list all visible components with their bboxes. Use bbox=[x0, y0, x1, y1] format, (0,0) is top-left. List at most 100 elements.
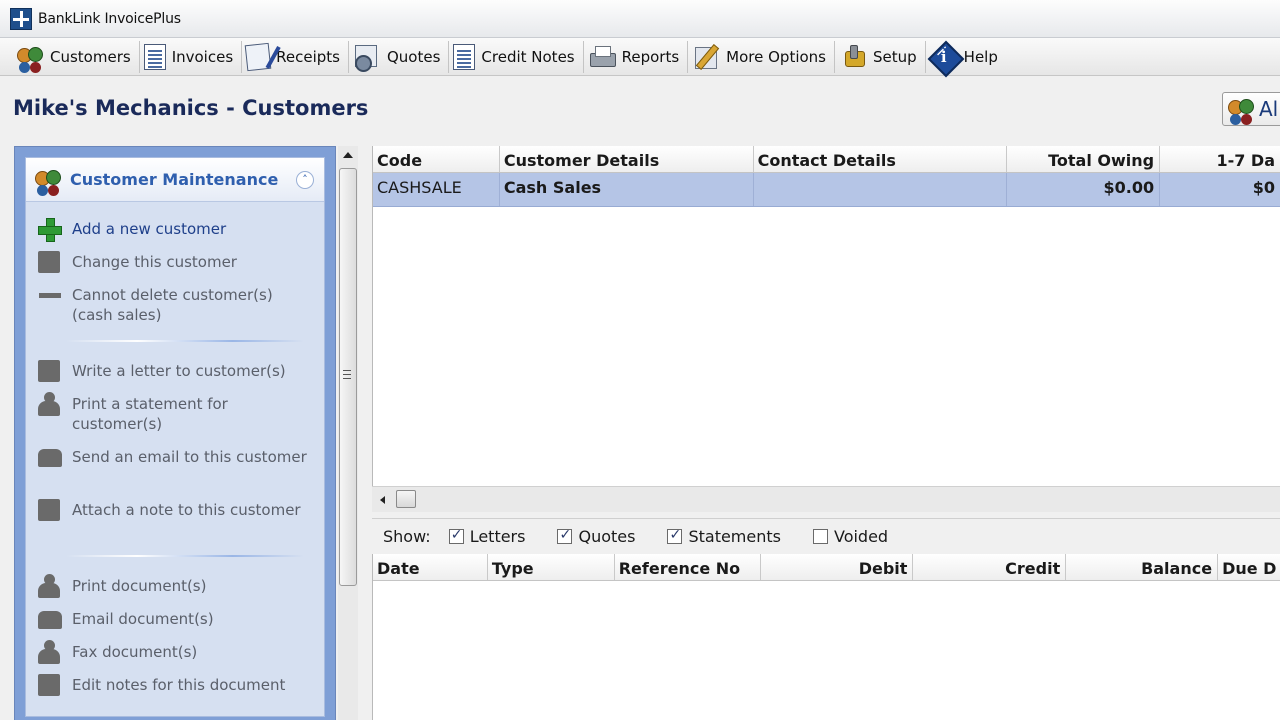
customers-icon bbox=[34, 166, 62, 194]
task-pane-header[interactable]: Customer Maintenance ˄ bbox=[26, 158, 324, 202]
task-fax-document-label: Fax document(s) bbox=[72, 643, 198, 661]
statements-checkbox[interactable] bbox=[667, 527, 683, 544]
scroll-up-arrow-icon[interactable] bbox=[343, 152, 353, 158]
task-pane-scrollbar[interactable] bbox=[338, 146, 358, 720]
table-row[interactable]: CASHSALE Cash Sales $0.00 $0 bbox=[373, 173, 1280, 207]
cell-customer-details: Cash Sales bbox=[500, 173, 754, 206]
toolbar-credit-notes-button[interactable]: Credit Notes bbox=[449, 40, 584, 73]
window-title: BankLink InvoicePlus bbox=[38, 10, 181, 27]
print-doc-icon bbox=[36, 573, 62, 599]
note-icon bbox=[36, 497, 62, 523]
filter-voided[interactable]: Voided bbox=[812, 527, 889, 546]
toolbar-more-options-label: More Options bbox=[726, 47, 826, 66]
column-header-total-owing[interactable]: Total Owing bbox=[1007, 146, 1161, 172]
email-doc-icon bbox=[36, 606, 62, 632]
email-icon bbox=[36, 444, 62, 470]
toolbar-credit-notes-label: Credit Notes bbox=[481, 47, 575, 66]
letters-checkbox[interactable] bbox=[448, 527, 464, 544]
cell-contact-details bbox=[754, 173, 1008, 206]
toolbar-setup-button[interactable]: Setup bbox=[835, 40, 926, 73]
hscroll-thumb[interactable] bbox=[396, 490, 416, 508]
edit-notes-icon bbox=[36, 672, 62, 698]
filter-letters[interactable]: Letters bbox=[448, 527, 526, 546]
quotes-checkbox[interactable] bbox=[557, 527, 573, 544]
filter-quotes[interactable]: Quotes bbox=[557, 527, 635, 546]
column-header-code[interactable]: Code bbox=[373, 146, 500, 172]
column-header-contact-details[interactable]: Contact Details bbox=[754, 146, 1008, 172]
voided-checkbox[interactable] bbox=[812, 529, 828, 544]
fax-icon bbox=[36, 639, 62, 665]
task-separator bbox=[66, 555, 304, 557]
task-separator bbox=[66, 340, 304, 342]
task-email-document-label: Email document(s) bbox=[72, 610, 214, 628]
toolbar-receipts-button[interactable]: Receipts bbox=[242, 40, 349, 73]
column-header-debit[interactable]: Debit bbox=[761, 554, 914, 580]
task-print-document[interactable]: Print document(s) bbox=[26, 573, 324, 606]
column-header-credit[interactable]: Credit bbox=[913, 554, 1067, 580]
task-fax-document[interactable]: Fax document(s) bbox=[26, 639, 324, 672]
toolbar-quotes-label: Quotes bbox=[386, 47, 441, 66]
setup-icon bbox=[839, 43, 867, 71]
column-header-balance[interactable]: Balance bbox=[1066, 554, 1219, 580]
column-header-type[interactable]: Type bbox=[488, 554, 615, 580]
main-toolbar: Customers Invoices Receipts Quotes Credi… bbox=[0, 38, 1280, 76]
collapse-chevron-icon[interactable]: ˄ bbox=[296, 170, 314, 189]
toolbar-reports-button[interactable]: Reports bbox=[584, 40, 689, 73]
all-customers-button[interactable]: Al bbox=[1222, 92, 1280, 126]
scroll-left-arrow-icon[interactable] bbox=[380, 496, 385, 504]
task-email-document[interactable]: Email document(s) bbox=[26, 606, 324, 639]
toolbar-reports-label: Reports bbox=[621, 47, 680, 66]
task-edit-notes[interactable]: Edit notes for this document bbox=[26, 672, 324, 705]
task-send-email-label: Send an email to this customer bbox=[72, 448, 307, 466]
show-filter-bar: Show: Letters Quotes Statements Voided bbox=[372, 518, 1280, 554]
toolbar-help-button[interactable]: Help bbox=[926, 41, 1006, 73]
edit-icon bbox=[36, 249, 62, 275]
add-plus-icon bbox=[36, 216, 62, 242]
task-add-customer[interactable]: Add a new customer bbox=[26, 216, 324, 249]
toolbar-quotes-button[interactable]: Quotes bbox=[349, 40, 450, 73]
pencil-icon bbox=[692, 43, 720, 71]
customers-grid-hscrollbar[interactable] bbox=[372, 486, 1280, 512]
customers-grid: Code Customer Details Contact Details To… bbox=[372, 146, 1280, 486]
filter-statements[interactable]: Statements bbox=[667, 527, 781, 546]
task-print-statement[interactable]: Print a statement for customer(s) bbox=[26, 391, 324, 444]
page-title: Mike's Mechanics - Customers bbox=[13, 96, 369, 120]
voided-label: Voided bbox=[833, 527, 889, 546]
transactions-grid-header: Date Type Reference No Debit Credit Bala… bbox=[373, 554, 1280, 581]
transactions-grid: Date Type Reference No Debit Credit Bala… bbox=[372, 554, 1280, 720]
task-delete-customer[interactable]: Cannot delete customer(s) (cash sales) bbox=[26, 282, 324, 326]
customers-grid-header: Code Customer Details Contact Details To… bbox=[373, 146, 1280, 173]
letter-icon bbox=[36, 358, 62, 384]
task-change-customer[interactable]: Change this customer bbox=[26, 249, 324, 282]
column-header-date[interactable]: Date bbox=[373, 554, 488, 580]
customers-icon bbox=[1227, 95, 1255, 123]
column-header-due-date[interactable]: Due D bbox=[1218, 554, 1280, 580]
letters-label: Letters bbox=[469, 527, 526, 546]
task-pane-title: Customer Maintenance bbox=[70, 170, 279, 189]
column-header-1-7-days[interactable]: 1-7 Da bbox=[1160, 146, 1280, 172]
task-delete-customer-label: Cannot delete customer(s) (cash sales) bbox=[72, 286, 273, 324]
receipt-icon bbox=[244, 42, 272, 71]
scroll-grip-icon bbox=[343, 370, 351, 379]
toolbar-receipts-label: Receipts bbox=[276, 47, 340, 66]
task-print-document-label: Print document(s) bbox=[72, 577, 207, 595]
quote-icon bbox=[353, 43, 381, 72]
cell-1-7-days: $0 bbox=[1252, 178, 1275, 197]
task-attach-note-label: Attach a note to this customer bbox=[72, 501, 301, 519]
column-header-reference-no[interactable]: Reference No bbox=[615, 554, 761, 580]
toolbar-customers-button[interactable]: Customers bbox=[12, 40, 140, 73]
cell-total-owing: $0.00 bbox=[1007, 173, 1161, 206]
toolbar-more-options-button[interactable]: More Options bbox=[688, 40, 835, 73]
all-customers-label: Al bbox=[1259, 97, 1279, 121]
banklink-app-icon bbox=[10, 7, 32, 30]
task-send-email[interactable]: Send an email to this customer bbox=[26, 444, 324, 497]
column-header-customer-details[interactable]: Customer Details bbox=[500, 146, 754, 172]
invoice-doc-icon bbox=[143, 43, 166, 70]
statements-label: Statements bbox=[688, 527, 781, 546]
task-write-letter[interactable]: Write a letter to customer(s) bbox=[26, 358, 324, 391]
task-attach-note[interactable]: Attach a note to this customer bbox=[26, 497, 324, 541]
toolbar-setup-label: Setup bbox=[873, 47, 917, 66]
task-pane: Customer Maintenance ˄ Add a new custome… bbox=[14, 146, 336, 720]
toolbar-invoices-button[interactable]: Invoices bbox=[140, 40, 243, 73]
show-label: Show: bbox=[383, 527, 431, 546]
